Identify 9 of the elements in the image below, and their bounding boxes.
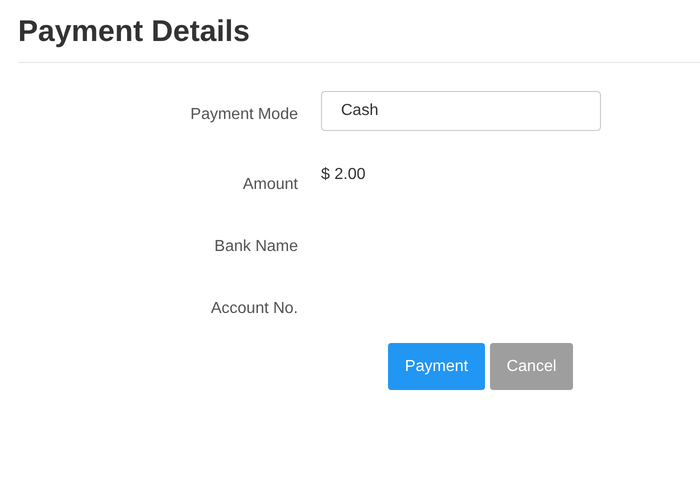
field-label: Amount: [242, 175, 298, 195]
field-value: $ 2.00: [321, 165, 366, 185]
field-label: Payment Mode: [189, 105, 298, 125]
cancel-button[interactable]: Cancel: [490, 343, 573, 390]
field-label: Account No.: [210, 299, 298, 319]
page-title: Payment Details: [18, 14, 251, 50]
payment-button[interactable]: Payment: [388, 343, 485, 390]
field-label: Bank Name: [213, 237, 298, 257]
payment-mode-field[interactable]: Cash: [321, 91, 601, 131]
